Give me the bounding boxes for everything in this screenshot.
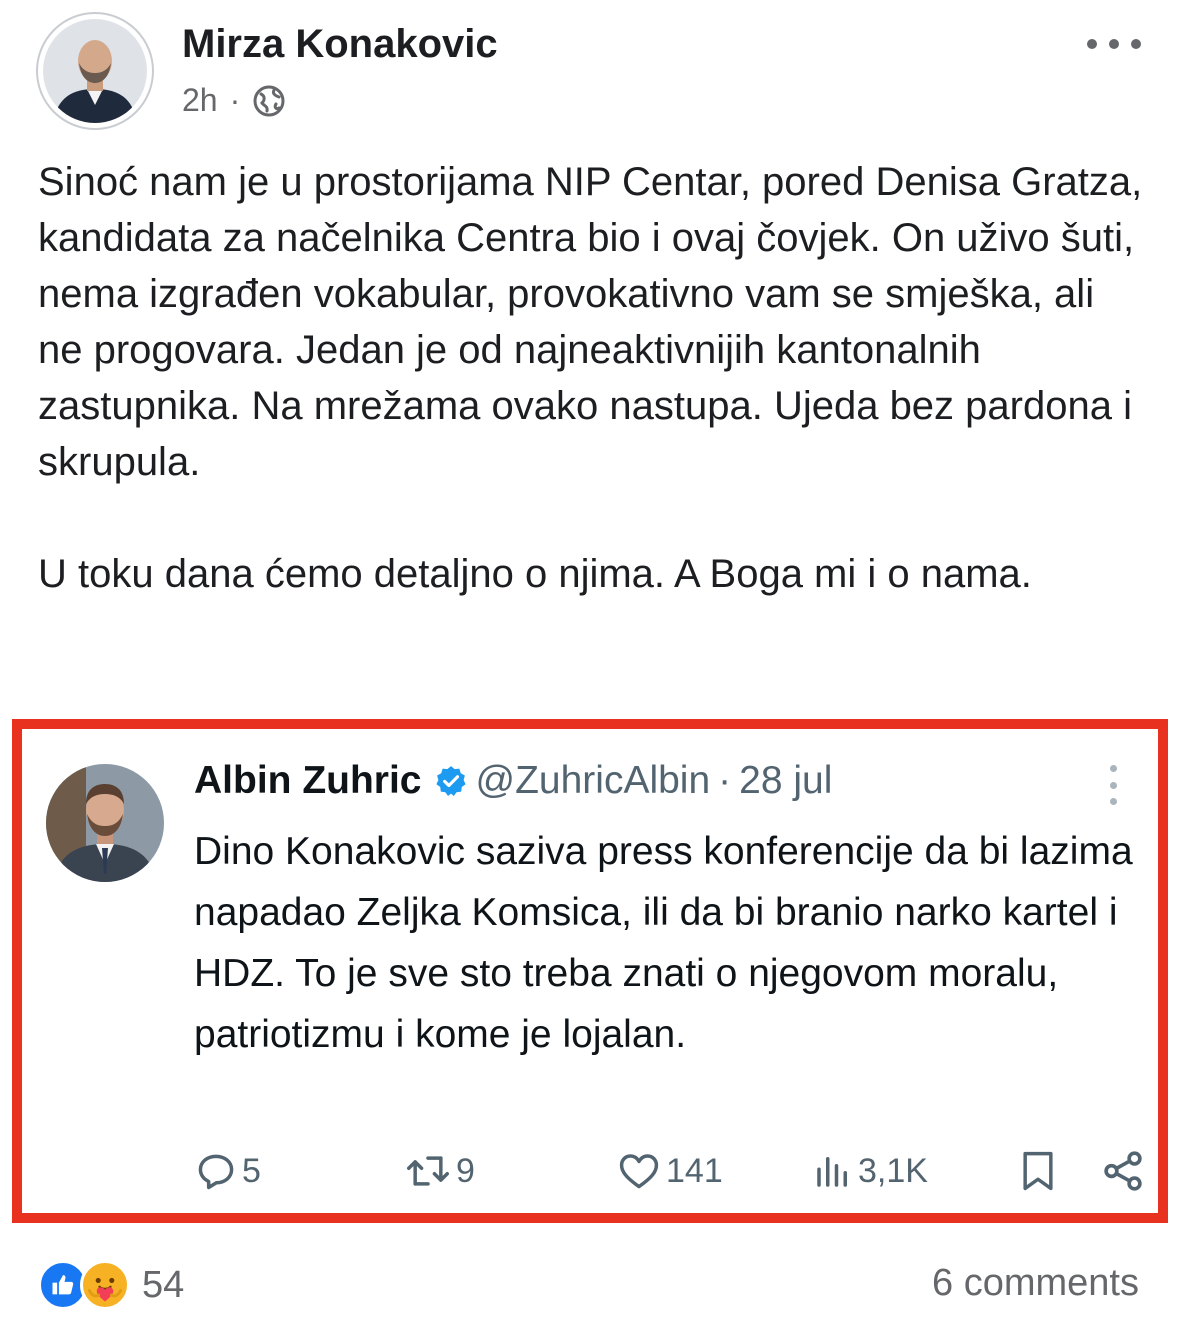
post-footer: 54 6 comments <box>0 1240 1179 1331</box>
more-vertical-icon <box>1109 765 1117 772</box>
bookmark-button[interactable] <box>1016 1141 1060 1201</box>
tweet-actions: 5 9 141 3,1K <box>194 1141 1154 1201</box>
tweet-separator: · <box>718 759 732 802</box>
globe-icon <box>253 85 285 116</box>
meta-separator: · <box>229 82 241 118</box>
post-text: Sinoć nam je u prostorijama NIP Centar, … <box>38 160 1143 596</box>
embedded-tweet[interactable]: Albin Zuhric @ZuhricAlbin · 28 jul Dino … <box>12 719 1168 1223</box>
post-time[interactable]: 2h <box>182 82 218 119</box>
tweet-more-button[interactable] <box>1108 765 1118 805</box>
share-icon <box>1104 1151 1142 1191</box>
views-button[interactable]: 3,1K <box>812 1141 928 1201</box>
reactions-summary[interactable]: 54 <box>38 1260 184 1310</box>
views-chart-icon <box>817 1157 847 1187</box>
reaction-count: 54 <box>142 1263 185 1306</box>
like-count: 141 <box>666 1151 723 1190</box>
like-button[interactable]: 141 <box>616 1141 723 1201</box>
tweet-author-name[interactable]: Albin Zuhric <box>194 759 422 803</box>
tweet-header: Albin Zuhric @ZuhricAlbin · 28 jul <box>194 759 832 803</box>
reply-count: 5 <box>242 1151 261 1190</box>
post-header: Mirza Konakovic 2h · <box>0 0 1179 140</box>
tweet-handle[interactable]: @ZuhricAlbin <box>476 759 711 803</box>
tweet-text: Dino Konakovic saziva press konferencije… <box>194 830 1133 1056</box>
tweet-date[interactable]: 28 jul <box>739 759 832 803</box>
more-options-button[interactable] <box>1087 34 1141 54</box>
post-meta: 2h · <box>182 82 286 119</box>
author-photo-icon <box>43 19 147 123</box>
tweet-author-avatar[interactable] <box>46 764 164 882</box>
author-avatar[interactable] <box>36 12 154 130</box>
author-name[interactable]: Mirza Konakovic <box>182 22 498 67</box>
share-button[interactable] <box>1100 1141 1146 1201</box>
care-icon <box>80 1260 130 1310</box>
verified-badge-icon <box>434 764 468 798</box>
heart-icon <box>619 1154 659 1189</box>
retweet-icon <box>407 1156 449 1186</box>
views-count: 3,1K <box>858 1151 928 1190</box>
reply-button[interactable]: 5 <box>194 1141 261 1201</box>
more-horizontal-icon <box>1087 39 1097 49</box>
comments-link[interactable]: 6 comments <box>932 1262 1139 1305</box>
bookmark-icon <box>1023 1151 1053 1191</box>
tweet-author-photo-icon <box>46 764 164 882</box>
retweet-count: 9 <box>456 1151 475 1190</box>
reply-icon <box>198 1154 234 1190</box>
retweet-button[interactable]: 9 <box>404 1141 475 1201</box>
